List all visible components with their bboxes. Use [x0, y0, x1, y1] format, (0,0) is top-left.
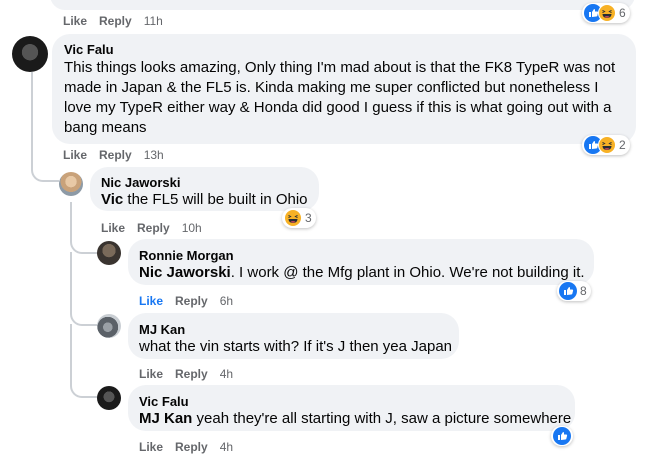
haha-icon	[284, 209, 302, 227]
reaction-summary[interactable]: 3	[282, 208, 316, 228]
comment-text: Vic the FL5 will be built in Ohio	[101, 190, 308, 210]
thread-line-c2c	[70, 324, 98, 398]
comment-actions: Like Reply 11h	[63, 14, 175, 28]
reply-button[interactable]: Reply	[99, 14, 132, 28]
reaction-summary[interactable]: 6	[582, 3, 630, 23]
like-button[interactable]: Like	[63, 148, 87, 162]
reaction-count: 6	[619, 6, 626, 20]
comment-author[interactable]: Vic Falu	[64, 42, 114, 57]
avatar[interactable]	[12, 36, 48, 72]
comment-body: the FL5 will be built in Ohio	[123, 191, 308, 208]
comment-text: MJ Kan yeah they're all starting with J,…	[139, 409, 571, 429]
like-button[interactable]: Like	[139, 294, 163, 308]
thread-line-c2b	[70, 252, 98, 326]
reply-button[interactable]: Reply	[175, 367, 208, 381]
comment-body: yeah they're all starting with J, saw a …	[192, 410, 572, 427]
haha-icon	[598, 136, 616, 154]
like-button[interactable]: Like	[139, 367, 163, 381]
reply-button[interactable]: Reply	[137, 221, 170, 235]
timestamp[interactable]: 10h	[182, 221, 202, 235]
reply-button[interactable]: Reply	[99, 148, 132, 162]
reaction-summary[interactable]: 8	[557, 281, 591, 301]
mention-link[interactable]: Nic Jaworski	[139, 264, 231, 281]
timestamp[interactable]: 11h	[144, 14, 163, 28]
timestamp[interactable]: 6h	[220, 294, 233, 308]
thread-line-c2	[70, 202, 98, 254]
reaction-summary[interactable]	[551, 426, 573, 446]
mention-link[interactable]: Vic	[101, 191, 123, 208]
comment-author[interactable]: Nic Jaworski	[101, 175, 181, 190]
comment-text: Nic Jaworski. I work @ the Mfg plant in …	[139, 263, 585, 283]
comment-actions: Like Reply 13h	[63, 148, 176, 162]
comment-author[interactable]: MJ Kan	[139, 322, 185, 337]
reaction-count: 2	[619, 138, 626, 152]
comment-bubble: Vic Falu MJ Kan yeah they're all startin…	[128, 385, 575, 431]
comment-text: This things looks amazing, Only thing I'…	[64, 59, 616, 136]
mention-link[interactable]: MJ Kan	[139, 410, 192, 427]
comment-bubble: Ronnie Morgan Nic Jaworski. I work @ the…	[128, 239, 594, 285]
reply-button[interactable]: Reply	[175, 294, 208, 308]
comment-author[interactable]: Vic Falu	[139, 394, 189, 409]
avatar[interactable]	[59, 172, 83, 196]
comment-body: . I work @ the Mfg plant in Ohio. We're …	[230, 264, 585, 281]
comment-actions: Like Reply 4h	[139, 367, 245, 381]
comment-bubble: Nic Jaworski Vic the FL5 will be built i…	[90, 167, 319, 211]
comment-author[interactable]: Ronnie Morgan	[139, 248, 234, 263]
comment-bubble: Vic Falu This things looks amazing, Only…	[52, 34, 636, 144]
comment-text: what the vin starts with? If it's J then…	[139, 338, 453, 355]
avatar[interactable]	[97, 241, 121, 265]
haha-icon	[598, 4, 616, 22]
like-button[interactable]: Like	[63, 14, 87, 28]
like-button[interactable]: Like	[101, 221, 125, 235]
comment-actions: Like Reply 10h	[101, 221, 214, 235]
comment-bubble-prev	[50, 0, 635, 10]
comment-bubble: MJ Kan what the vin starts with? If it's…	[128, 313, 459, 359]
reaction-count: 3	[305, 211, 312, 225]
avatar[interactable]	[97, 386, 121, 410]
comment-actions: Like Reply 6h	[139, 294, 245, 308]
avatar[interactable]	[97, 314, 121, 338]
timestamp[interactable]: 13h	[144, 148, 164, 162]
like-icon	[559, 282, 577, 300]
reaction-count: 8	[580, 284, 587, 298]
like-icon	[553, 427, 571, 445]
timestamp[interactable]: 4h	[220, 367, 233, 381]
reaction-summary[interactable]: 2	[582, 135, 630, 155]
